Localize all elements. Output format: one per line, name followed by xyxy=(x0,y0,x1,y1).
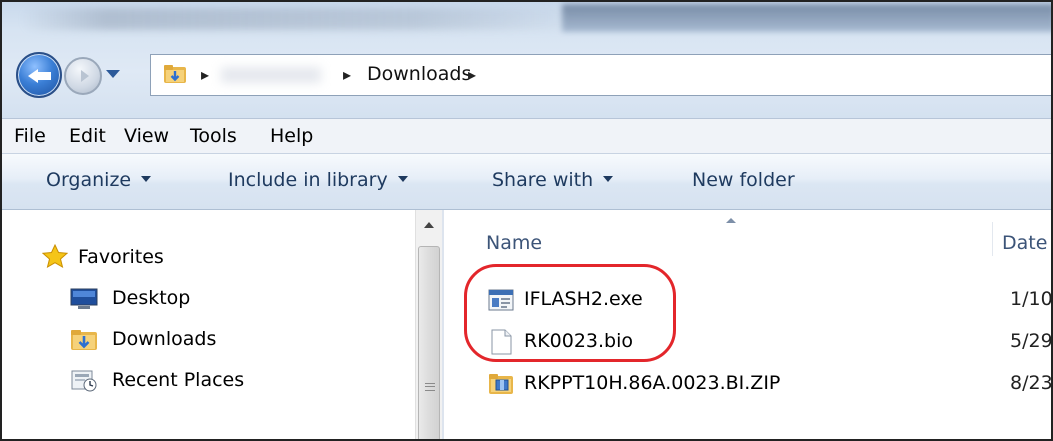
highlight-annotation xyxy=(464,264,676,362)
grip-icon xyxy=(425,383,435,391)
window-title-blurred xyxy=(22,8,582,30)
file-date: 8/23 xyxy=(1010,372,1053,394)
forward-button[interactable] xyxy=(64,57,102,95)
folder-icon xyxy=(164,65,186,83)
breadcrumb-chevron-icon[interactable]: ▸ xyxy=(201,65,209,84)
chevron-down-icon xyxy=(141,175,152,182)
nav-favorites[interactable]: Favorites xyxy=(78,246,164,268)
back-button[interactable] xyxy=(16,52,62,98)
explorer-window: ▸ ▸ Downloads ▸ File Edit View Tools Hel… xyxy=(0,0,1053,441)
address-bar[interactable]: ▸ ▸ Downloads ▸ xyxy=(150,54,1051,96)
menu-view[interactable]: View xyxy=(124,125,169,147)
column-separator[interactable] xyxy=(992,222,993,256)
breadcrumb-chevron-icon[interactable]: ▸ xyxy=(343,65,351,84)
downloads-folder-icon xyxy=(71,330,97,350)
scroll-up-icon[interactable] xyxy=(424,222,434,228)
title-bar-controls-blurred xyxy=(562,4,1051,32)
new-folder-button[interactable]: New folder xyxy=(692,169,795,191)
menu-bar: File Edit View Tools Help xyxy=(2,118,1051,154)
file-name: RKPPT10H.86A.0023.BI.ZIP xyxy=(524,372,781,394)
menu-tools[interactable]: Tools xyxy=(190,125,237,147)
share-with-button[interactable]: Share with xyxy=(492,169,614,191)
organize-button[interactable]: Organize xyxy=(46,169,152,191)
nav-pane-scrollbar[interactable] xyxy=(415,210,442,439)
file-row-rkppt10h-zip[interactable]: RKPPT10H.86A.0023.BI.ZIP 8/23 xyxy=(488,368,1053,404)
menu-file[interactable]: File xyxy=(14,125,46,147)
command-bar: Organize Include in library Share with N… xyxy=(2,154,1051,210)
nav-downloads[interactable]: Downloads xyxy=(112,328,216,350)
column-header-name[interactable]: Name xyxy=(486,232,542,254)
breadcrumb-blurred xyxy=(221,67,321,83)
include-in-library-button[interactable]: Include in library xyxy=(228,169,408,191)
zip-icon xyxy=(489,374,513,394)
title-bar: ▸ ▸ Downloads ▸ xyxy=(2,2,1051,118)
menu-help[interactable]: Help xyxy=(270,125,313,147)
desktop-icon xyxy=(70,288,98,309)
scrollbar-thumb[interactable] xyxy=(418,246,440,439)
chevron-down-icon xyxy=(603,175,614,182)
navigation-pane: Favorites Desktop Downloads Recent Place… xyxy=(2,210,442,439)
chevron-down-icon xyxy=(397,175,408,182)
recent-pages-dropdown-icon[interactable] xyxy=(106,70,120,78)
nav-recent-places[interactable]: Recent Places xyxy=(112,369,244,391)
sort-ascending-icon xyxy=(726,218,736,223)
file-date: 1/10 xyxy=(1010,288,1053,310)
file-date: 5/29 xyxy=(1010,330,1053,352)
breadcrumb-chevron-icon[interactable]: ▸ xyxy=(468,65,476,84)
nav-desktop[interactable]: Desktop xyxy=(112,287,190,309)
star-icon xyxy=(42,244,68,268)
column-header-date[interactable]: Date xyxy=(1002,232,1047,254)
recent-places-icon xyxy=(71,370,97,392)
breadcrumb-downloads[interactable]: Downloads xyxy=(367,63,471,85)
menu-edit[interactable]: Edit xyxy=(69,125,106,147)
